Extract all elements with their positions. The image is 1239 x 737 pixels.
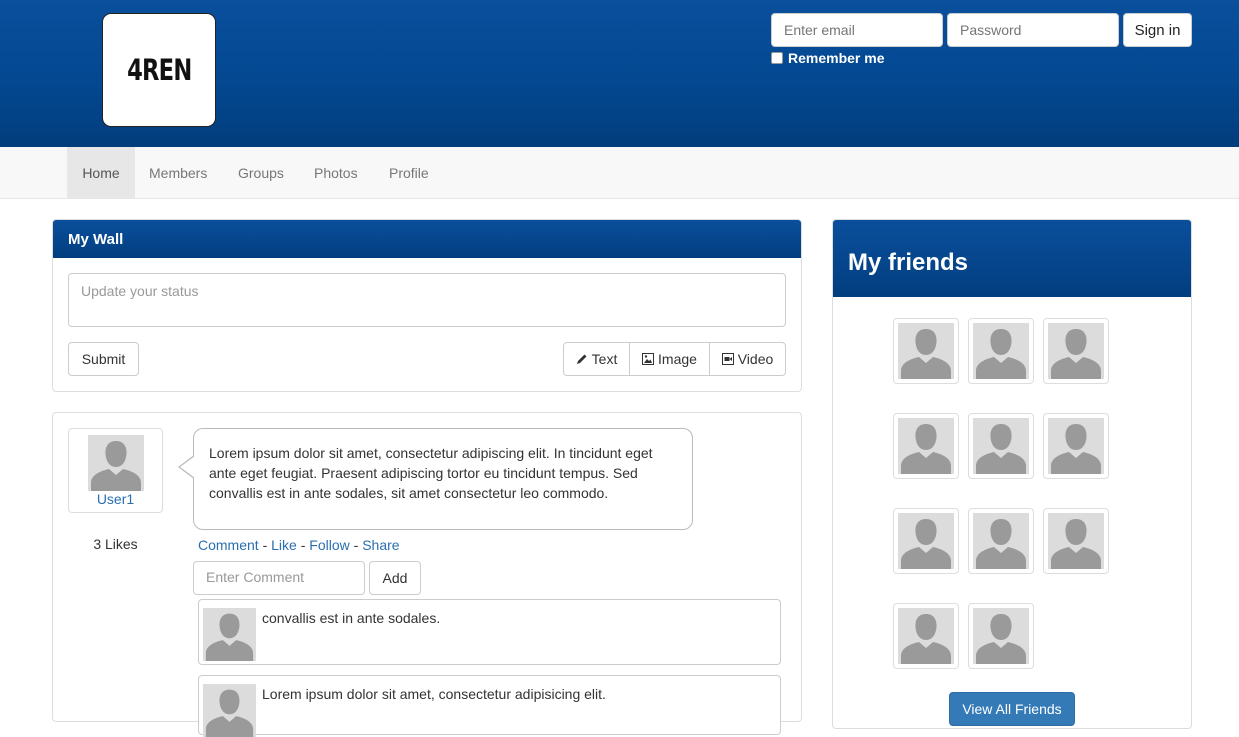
avatar-placeholder-icon — [1048, 513, 1104, 569]
post-body: Lorem ipsum dolor sit amet, consectetur … — [193, 428, 693, 530]
avatar-placeholder-icon — [898, 323, 954, 379]
friend-thumbnail[interactable] — [893, 508, 959, 574]
avatar-placeholder-icon — [973, 513, 1029, 569]
post-actions: Comment - Like - Follow - Share — [198, 537, 400, 553]
post-author-name[interactable]: User1 — [69, 491, 162, 507]
nav-home[interactable]: Home — [67, 147, 135, 198]
avatar-placeholder-icon — [973, 418, 1029, 474]
avatar-placeholder-icon — [203, 608, 256, 661]
follow-link[interactable]: Follow — [309, 537, 349, 553]
comment-item: convallis est in ante sodales. — [198, 599, 781, 665]
video-post-button[interactable]: Video — [709, 342, 786, 376]
avatar-placeholder-icon — [973, 323, 1029, 379]
post-likes-count: 3 Likes — [93, 536, 138, 552]
password-input[interactable] — [947, 13, 1119, 47]
submit-button[interactable]: Submit — [68, 342, 139, 376]
pencil-icon — [576, 354, 587, 364]
remember-checkbox[interactable] — [771, 52, 783, 64]
video-post-label: Video — [737, 351, 774, 367]
friend-thumbnail[interactable] — [1043, 318, 1109, 384]
friend-thumbnail[interactable] — [968, 318, 1034, 384]
image-icon — [642, 353, 655, 365]
my-wall-title: My Wall — [53, 220, 801, 258]
media-button-group: Text Image Video — [563, 342, 786, 376]
friend-thumbnail[interactable] — [968, 508, 1034, 574]
remember-label: Remember me — [788, 50, 885, 66]
my-friends-panel: My friends View All Friends — [832, 219, 1192, 729]
friend-thumbnail[interactable] — [968, 603, 1034, 669]
image-post-label: Image — [658, 351, 697, 367]
friend-thumbnail[interactable] — [893, 603, 959, 669]
add-comment-button[interactable]: Add — [369, 561, 421, 595]
action-separator: - — [353, 537, 359, 553]
friend-thumbnail[interactable] — [893, 318, 959, 384]
view-all-friends-button[interactable]: View All Friends — [949, 692, 1075, 726]
nav-groups[interactable]: Groups — [238, 147, 284, 198]
comment-text: convallis est in ante sodales. — [262, 610, 441, 626]
post-author-card[interactable]: User1 — [68, 428, 163, 513]
status-input[interactable]: Update your status — [68, 273, 786, 327]
nav-members[interactable]: Members — [149, 147, 207, 198]
video-icon — [721, 353, 734, 365]
action-separator: - — [300, 537, 306, 553]
text-post-button[interactable]: Text — [563, 342, 630, 376]
comment-item: Lorem ipsum dolor sit amet, consectetur … — [198, 675, 781, 737]
like-link[interactable]: Like — [271, 537, 297, 553]
avatar-placeholder-icon — [88, 435, 144, 491]
nav-photos[interactable]: Photos — [314, 147, 358, 198]
image-post-button[interactable]: Image — [629, 342, 710, 376]
my-friends-title: My friends — [833, 220, 1191, 297]
bubble-arrow-fill — [180, 456, 195, 478]
main-navbar: Home Members Groups Photos Profile — [0, 147, 1239, 199]
comment-input[interactable]: Enter Comment — [193, 561, 365, 595]
avatar-placeholder-icon — [203, 684, 256, 737]
avatar-placeholder-icon — [898, 608, 954, 664]
friend-thumbnail[interactable] — [1043, 508, 1109, 574]
avatar-placeholder-icon — [973, 608, 1029, 664]
friend-thumbnail[interactable] — [968, 413, 1034, 479]
action-separator: - — [262, 537, 268, 553]
remember-me[interactable]: Remember me — [771, 50, 885, 66]
nav-profile[interactable]: Profile — [389, 147, 429, 198]
avatar-placeholder-icon — [1048, 418, 1104, 474]
email-input[interactable] — [771, 13, 943, 47]
post-body-text: Lorem ipsum dolor sit amet, consectetur … — [209, 445, 653, 501]
comment-link[interactable]: Comment — [198, 537, 259, 553]
text-post-label: Text — [591, 351, 618, 367]
avatar-placeholder-icon — [1048, 323, 1104, 379]
signin-button[interactable]: Sign in — [1123, 13, 1192, 47]
avatar-placeholder-icon — [898, 418, 954, 474]
logo-text: 4REN — [126, 53, 192, 87]
comment-text: Lorem ipsum dolor sit amet, consectetur … — [262, 686, 606, 702]
friend-thumbnail[interactable] — [1043, 413, 1109, 479]
share-link[interactable]: Share — [362, 537, 399, 553]
site-logo[interactable]: 4REN — [102, 13, 216, 127]
my-wall-panel: My Wall Update your status Submit Text I… — [52, 219, 802, 392]
wall-post: User1 3 Likes Lorem ipsum dolor sit amet… — [52, 412, 802, 737]
avatar-placeholder-icon — [898, 513, 954, 569]
friend-thumbnail[interactable] — [893, 413, 959, 479]
top-header: 4REN Sign in Remember me — [0, 0, 1239, 147]
